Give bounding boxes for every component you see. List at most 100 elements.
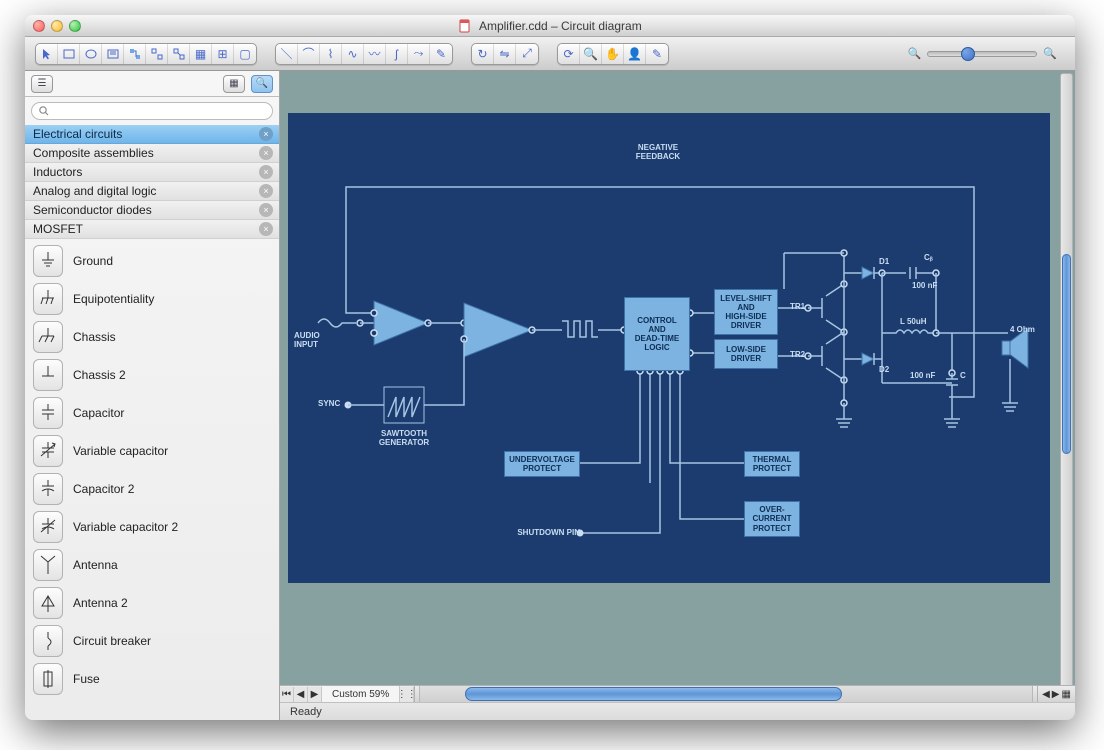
zoom-slider-thumb[interactable]	[961, 47, 975, 61]
connector-tool-1[interactable]	[124, 44, 146, 64]
label-cb-val: 100 nF	[912, 281, 937, 290]
shape-thumb-icon	[33, 435, 63, 467]
label-d1: D1	[879, 257, 889, 266]
close-icon[interactable]: ×	[259, 165, 273, 179]
tab-next[interactable]: ▶	[308, 687, 322, 702]
shape-item[interactable]: Capacitor 2	[25, 470, 279, 508]
library-view-tree[interactable]: ☰	[31, 75, 53, 93]
connector-tool-3[interactable]	[168, 44, 190, 64]
close-icon[interactable]: ×	[259, 127, 273, 141]
label-c-val: 100 nF	[910, 371, 935, 380]
tab-prev[interactable]: ◀	[294, 687, 308, 702]
view-toggle-icon[interactable]: ▦	[1061, 689, 1070, 700]
circuit-diagram[interactable]: CONTROLANDDEAD-TIMELOGIC LEVEL-SHIFTANDH…	[288, 113, 1050, 583]
close-icon[interactable]: ×	[259, 222, 273, 236]
zoom-control: 🔍 🔍	[908, 47, 1057, 60]
vertical-scroll-thumb[interactable]	[1062, 254, 1071, 454]
horizontal-scrollbar[interactable]	[419, 686, 1033, 702]
bezier-tool[interactable]: ʃ	[386, 44, 408, 64]
polyline-tool[interactable]: ⌇	[320, 44, 342, 64]
category-label: Electrical circuits	[33, 127, 122, 141]
document-icon	[458, 19, 472, 33]
library-view-grid[interactable]: ▦	[223, 75, 245, 93]
block-control[interactable]: CONTROLANDDEAD-TIMELOGIC	[624, 297, 690, 371]
connector-tool-2[interactable]	[146, 44, 168, 64]
ellipse-tool[interactable]	[80, 44, 102, 64]
rect-tool[interactable]	[58, 44, 80, 64]
vertical-scrollbar[interactable]	[1060, 73, 1073, 700]
shape-item[interactable]: Equipotentiality	[25, 280, 279, 318]
shape-item[interactable]: Variable capacitor 2	[25, 508, 279, 546]
measure-tool[interactable]: 👤	[624, 44, 646, 64]
horizontal-scroll-thumb[interactable]	[465, 687, 842, 701]
shape-label: Circuit breaker	[73, 634, 151, 648]
bottom-tab-bar: ⏮ ◀ ▶ Custom 59% ⋮⋮ ◀ ▶ ▦	[280, 685, 1075, 702]
shape-label: Chassis 2	[73, 368, 126, 382]
magnify-tool[interactable]: 🔍	[580, 44, 602, 64]
shape-label: Equipotentiality	[73, 292, 154, 306]
arc-tool[interactable]: ⌒	[298, 44, 320, 64]
shape-item[interactable]: Fuse	[25, 660, 279, 698]
shape-item[interactable]: Chassis	[25, 318, 279, 356]
canvas-area[interactable]: CONTROLANDDEAD-TIMELOGIC LEVEL-SHIFTANDH…	[280, 71, 1075, 720]
close-icon[interactable]: ×	[259, 184, 273, 198]
hscroll-right[interactable]: ▶	[1052, 689, 1060, 700]
page-tab[interactable]: Custom 59%	[322, 686, 400, 702]
category-item[interactable]: Inductors×	[25, 163, 279, 182]
shape-label: Antenna	[73, 558, 118, 572]
shape-item[interactable]: Antenna	[25, 546, 279, 584]
freehand-tool[interactable]: ✎	[430, 44, 452, 64]
scale-tool[interactable]: ⤢	[516, 44, 538, 64]
window-controls	[33, 20, 81, 32]
shape-thumb-icon	[33, 245, 63, 277]
library-sidebar: ☰ ▦ 🔍 Electrical circuits×Composite asse…	[25, 71, 280, 720]
tool-group-view: ⟳ 🔍 ✋ 👤 ✎	[557, 43, 669, 65]
close-icon[interactable]: ×	[259, 203, 273, 217]
flip-tool[interactable]: ⇋	[494, 44, 516, 64]
shape-label: Capacitor	[73, 406, 124, 420]
library-search-input[interactable]	[31, 102, 273, 120]
refresh-tool[interactable]: ⟳	[558, 44, 580, 64]
block-undervoltage[interactable]: UNDERVOLTAGEPROTECT	[504, 451, 580, 477]
distribute-tool[interactable]: ⊞	[212, 44, 234, 64]
close-icon[interactable]: ×	[259, 146, 273, 160]
align-tool[interactable]: ▦	[190, 44, 212, 64]
zoom-out-icon[interactable]: 🔍	[908, 47, 922, 60]
block-low-side[interactable]: LOW-SIDEDRIVER	[714, 339, 778, 369]
category-item[interactable]: MOSFET ×	[25, 220, 279, 239]
shape-item[interactable]: Circuit breaker	[25, 622, 279, 660]
category-item[interactable]: Semiconductor diodes×	[25, 201, 279, 220]
tab-first[interactable]: ⏮	[280, 687, 294, 702]
minimize-button[interactable]	[51, 20, 63, 32]
block-thermal[interactable]: THERMALPROTECT	[744, 451, 800, 477]
hscroll-left[interactable]: ◀	[1042, 689, 1050, 700]
zoom-button[interactable]	[69, 20, 81, 32]
spline-tool[interactable]: 〰	[364, 44, 386, 64]
shape-item[interactable]: Chassis 2	[25, 356, 279, 394]
pointer-tool[interactable]	[36, 44, 58, 64]
pan-tool[interactable]: ✋	[602, 44, 624, 64]
tab-grip[interactable]: ⋮⋮	[400, 687, 414, 702]
shape-item[interactable]: Ground	[25, 242, 279, 280]
text-tool[interactable]	[102, 44, 124, 64]
close-button[interactable]	[33, 20, 45, 32]
status-bar: Ready	[280, 702, 1075, 720]
curve-tool[interactable]: ∿	[342, 44, 364, 64]
block-level-shift[interactable]: LEVEL-SHIFTANDHIGH-SIDEDRIVER	[714, 289, 778, 335]
block-overcurrent[interactable]: OVER-CURRENTPROTECT	[744, 501, 800, 537]
library-search-toggle[interactable]: 🔍	[251, 75, 273, 93]
shape-item[interactable]: Variable capacitor	[25, 432, 279, 470]
zoom-in-icon[interactable]: 🔍	[1043, 47, 1057, 60]
shape-item[interactable]: Antenna 2	[25, 584, 279, 622]
path-tool[interactable]: ⤳	[408, 44, 430, 64]
group-tool[interactable]: ▢	[234, 44, 256, 64]
eyedropper-tool[interactable]: ✎	[646, 44, 668, 64]
rotate-tool[interactable]: ↻	[472, 44, 494, 64]
line-tool[interactable]: ＼	[276, 44, 298, 64]
zoom-slider[interactable]	[927, 51, 1037, 57]
category-item[interactable]: Electrical circuits ×	[25, 125, 279, 144]
category-label: MOSFET	[33, 222, 83, 236]
shape-item[interactable]: Capacitor	[25, 394, 279, 432]
category-item[interactable]: Composite assemblies×	[25, 144, 279, 163]
category-item[interactable]: Analog and digital logic×	[25, 182, 279, 201]
